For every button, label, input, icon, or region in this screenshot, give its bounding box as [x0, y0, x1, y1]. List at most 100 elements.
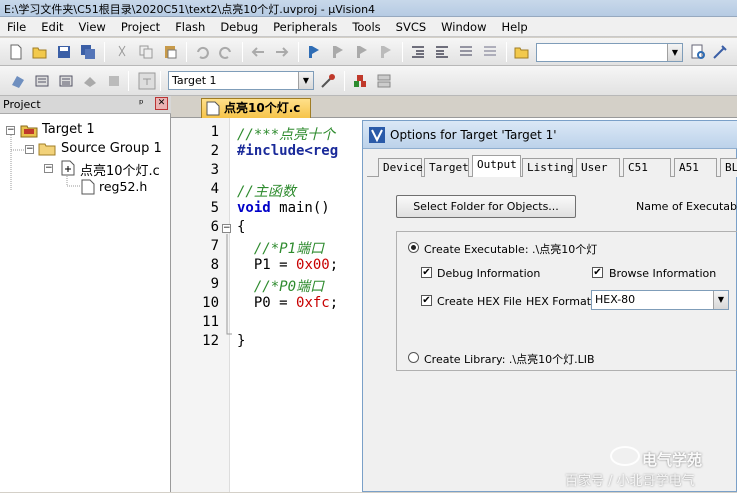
chevron-down-icon[interactable]: ▼ — [713, 291, 728, 309]
menu-help[interactable]: Help — [495, 17, 536, 37]
indent-icon[interactable] — [410, 44, 426, 60]
paste-icon[interactable] — [162, 44, 178, 60]
menu-window[interactable]: Window — [434, 17, 494, 37]
tab-device[interactable]: Device — [378, 158, 423, 177]
hex-format-select[interactable]: HEX-80 ▼ — [591, 290, 729, 310]
tab-listing[interactable]: Listing — [522, 158, 573, 177]
search-combo[interactable]: ▼ — [536, 43, 683, 62]
line-number: 11 — [202, 314, 219, 330]
prev-bookmark-icon[interactable] — [330, 44, 346, 60]
line-number: 6 — [210, 219, 219, 235]
create-library-radio[interactable] — [408, 352, 419, 363]
dialog-title: Options for Target 'Target 1' — [390, 128, 557, 142]
toolbar-separator — [506, 42, 507, 62]
menu-view[interactable]: View — [72, 17, 114, 37]
save-all-icon[interactable] — [80, 44, 96, 60]
tree-item-c-file[interactable]: 点亮10个灯.c — [80, 160, 160, 179]
browse-info-label: Browse Information — [609, 267, 717, 280]
menu-svcs[interactable]: SVCS — [389, 17, 435, 37]
redo-icon[interactable] — [218, 44, 234, 60]
hex-format-label: HEX Format: — [526, 295, 595, 308]
manage-components-icon[interactable] — [352, 73, 368, 89]
project-panel: Project ᵖ ✕ − Target 1 − Source Group 1 … — [0, 96, 171, 492]
collapse-icon[interactable]: − — [44, 164, 53, 173]
build-icon[interactable] — [34, 73, 50, 89]
pin-icon[interactable]: ᵖ — [139, 97, 144, 110]
menu-debug[interactable]: Debug — [213, 17, 266, 37]
target-options-icon[interactable] — [320, 73, 336, 89]
name-of-executable-label: Name of Executable: — [636, 200, 737, 213]
fold-icon[interactable]: − — [222, 224, 231, 233]
toolbar-separator — [128, 71, 129, 91]
wechat-logo-icon — [610, 446, 640, 466]
tab-output[interactable]: Output — [472, 155, 521, 177]
menu-project[interactable]: Project — [114, 17, 168, 37]
code-line-5: void main() — [237, 200, 330, 216]
line-number: 8 — [210, 257, 219, 273]
open-folder-icon[interactable] — [32, 44, 48, 60]
uncomment-icon[interactable] — [482, 44, 498, 60]
code-line-1: //***点亮十个 — [237, 127, 336, 143]
code-line-7: //*P1端口 — [237, 241, 325, 257]
target-select[interactable]: Target 1 ▼ — [168, 71, 314, 90]
comment-icon[interactable] — [458, 44, 474, 60]
nav-back-icon[interactable] — [250, 44, 266, 60]
code-line-12: } — [237, 333, 246, 349]
code-line-2: #include<reg — [237, 143, 339, 159]
unindent-icon[interactable] — [434, 44, 450, 60]
stop-build-icon[interactable] — [106, 73, 122, 89]
code-line-4: //主函数 — [237, 184, 296, 200]
cut-icon[interactable] — [114, 44, 130, 60]
clear-bookmarks-icon[interactable] — [378, 44, 394, 60]
tab-bl51[interactable]: BL51 — [720, 158, 737, 177]
menu-flash[interactable]: Flash — [168, 17, 213, 37]
tree-item-h-file[interactable]: reg52.h — [99, 179, 147, 194]
toolbar-separator — [104, 42, 105, 62]
save-icon[interactable] — [56, 44, 72, 60]
config-wizard-icon[interactable] — [712, 44, 728, 60]
file-toolbar: ▼ — [0, 38, 737, 66]
find-in-files-icon[interactable] — [514, 44, 530, 60]
rebuild-icon[interactable] — [58, 73, 74, 89]
tab-target[interactable]: Target — [424, 158, 469, 177]
undo-icon[interactable] — [194, 44, 210, 60]
menu-peripherals[interactable]: Peripherals — [266, 17, 345, 37]
menu-edit[interactable]: Edit — [34, 17, 71, 37]
chevron-down-icon[interactable]: ▼ — [298, 72, 313, 89]
toolbar-separator — [242, 42, 243, 62]
download-icon[interactable] — [138, 72, 156, 90]
copy-icon[interactable] — [138, 44, 154, 60]
batch-build-icon[interactable] — [82, 73, 98, 89]
editor-tab-label: 点亮10个灯.c — [224, 101, 301, 115]
fold-line — [226, 234, 232, 335]
tab-a51[interactable]: A51 — [674, 158, 717, 177]
bookmark-icon[interactable] — [306, 44, 322, 60]
menu-file[interactable]: File — [0, 17, 34, 37]
select-packs-icon[interactable] — [376, 73, 392, 89]
code-line-10: P0 = 0xfc; — [237, 295, 339, 311]
next-bookmark-icon[interactable] — [354, 44, 370, 60]
tab-c51[interactable]: C51 — [623, 158, 671, 177]
find-icon[interactable] — [690, 44, 706, 60]
new-file-icon[interactable] — [8, 44, 24, 60]
nav-forward-icon[interactable] — [274, 44, 290, 60]
collapse-icon[interactable]: − — [25, 145, 34, 154]
tree-item-target[interactable]: Target 1 — [42, 122, 95, 137]
tab-user[interactable]: User — [576, 158, 620, 177]
create-executable-radio[interactable] — [408, 242, 419, 253]
window-title: E:\学习文件夹\C51根目录\2020C51\text2\点亮10个灯.uvp… — [4, 3, 376, 16]
close-icon[interactable]: ✕ — [155, 97, 168, 110]
editor-file-tab[interactable]: 点亮10个灯.c — [201, 98, 311, 118]
menu-bar: File Edit View Project Flash Debug Perip… — [0, 17, 737, 37]
menu-tools[interactable]: Tools — [345, 17, 388, 37]
collapse-icon[interactable]: − — [6, 126, 15, 135]
tree-item-source-group[interactable]: Source Group 1 — [61, 141, 162, 156]
toolbar-separator — [402, 42, 403, 62]
c-file-icon — [206, 101, 220, 116]
debug-info-checkbox[interactable]: ✔ — [421, 267, 432, 278]
browse-info-checkbox[interactable]: ✔ — [592, 267, 603, 278]
chevron-down-icon[interactable]: ▼ — [667, 44, 682, 61]
select-folder-button[interactable]: Select Folder for Objects... — [396, 195, 576, 218]
create-hex-checkbox[interactable]: ✔ — [421, 295, 432, 306]
translate-icon[interactable] — [10, 73, 26, 89]
